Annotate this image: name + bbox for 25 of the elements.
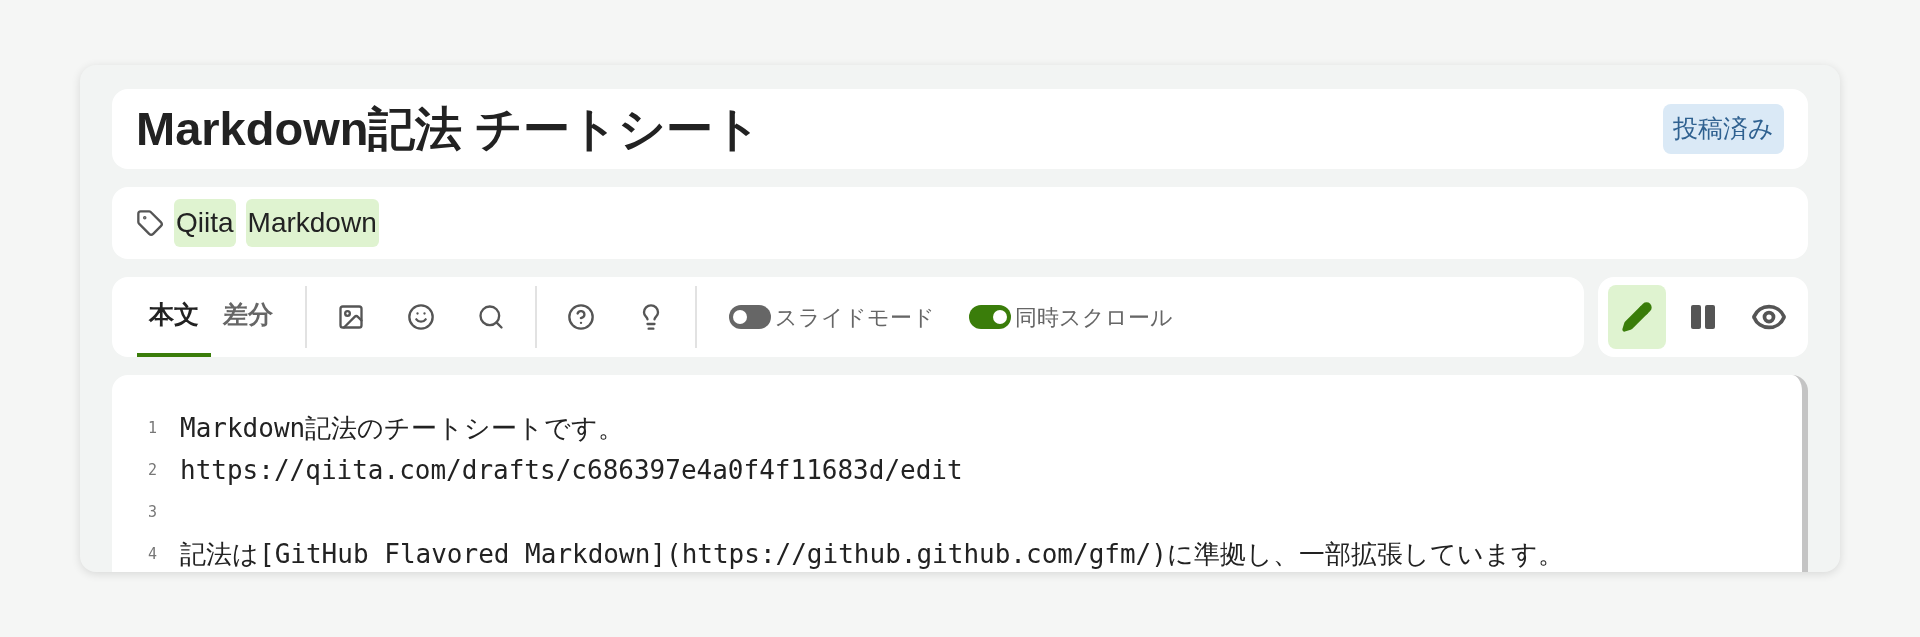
tag-icon	[136, 209, 164, 237]
tag-chip[interactable]: Qiita	[174, 199, 236, 247]
image-icon	[337, 303, 365, 331]
help-icon	[567, 303, 595, 331]
view-mode-button[interactable]	[1608, 285, 1666, 349]
code-line: 記法は[GitHub Flavored Markdown](https://github.github.com/gfm/)に準拠し、一部拡張しています。	[180, 537, 1564, 571]
article-title: Markdown記法 チートシート	[136, 100, 762, 157]
code-line: https://qiita.com/drafts/c686397e4a0f4f11683d/edit	[180, 453, 963, 487]
pencil-icon	[1621, 301, 1653, 333]
toggle-label: スライドモード	[775, 303, 935, 332]
line-number: 1	[148, 417, 159, 439]
line-number: 2	[148, 459, 159, 481]
toggle-switch[interactable]	[969, 305, 1011, 329]
line-number: 4	[148, 543, 159, 565]
tag-chip[interactable]: Markdown	[245, 199, 379, 247]
toggle-switch[interactable]	[729, 305, 771, 329]
smiley-icon	[407, 303, 435, 331]
status-badge: 投稿済み	[1663, 104, 1784, 154]
line-number: 3	[148, 501, 159, 523]
editor-tab[interactable]: 本文	[137, 277, 211, 357]
toggle-label: 同時スクロール	[1015, 303, 1173, 332]
code-line: Markdown記法のチートシートです。	[180, 411, 625, 445]
markdown-editor[interactable]: 1 Markdown記法のチートシートです。 2 https://qiita.com/drafts/c686397e4a0f4f11683d/edit 3 4 記法は[GitHub Flavored Markdown](https://github.github.com/gfm/)に準拠し、一部拡張しています。	[112, 375, 1808, 572]
editor-tab[interactable]: 差分	[211, 277, 285, 357]
search-icon	[477, 303, 505, 331]
